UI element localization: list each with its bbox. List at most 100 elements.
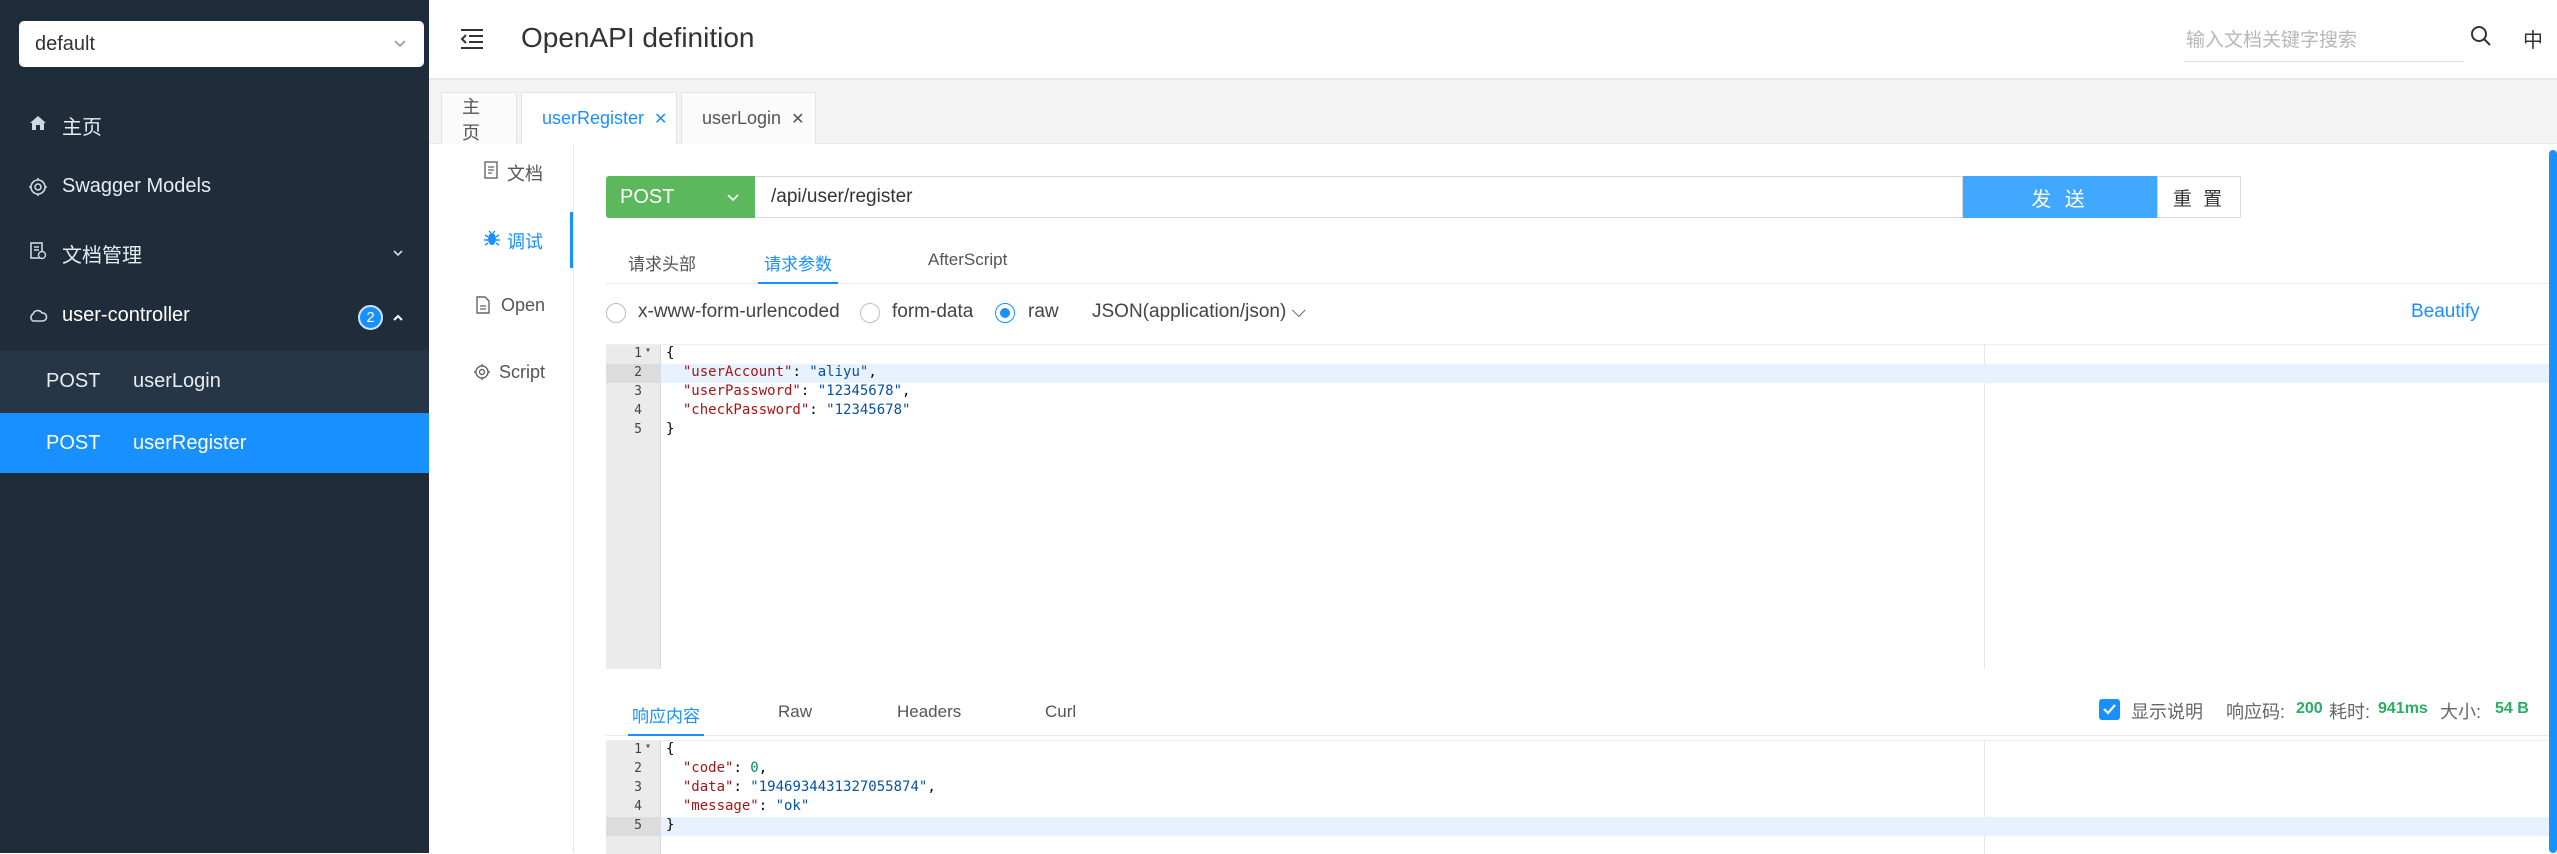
radio-label: x-www-form-urlencoded [638, 301, 840, 322]
fold-icon[interactable]: ▾ [645, 741, 651, 752]
code-text: "message": "ok" [682, 798, 810, 814]
tab-userregister[interactable]: userRegister ✕ [521, 92, 677, 144]
request-subtabs: 请求头部 请求参数 AfterScript [606, 238, 2557, 284]
tab-label: userLogin [702, 108, 782, 128]
tab-response-raw[interactable]: Raw [778, 702, 812, 736]
vtab-label: 文档 [507, 164, 543, 184]
language-toggle[interactable]: 中 [2523, 24, 2543, 53]
code-text: "checkPassword": "12345678" [682, 402, 911, 418]
sidebar-endpoint-userregister[interactable]: POST userRegister [0, 413, 429, 473]
group-select[interactable]: default [19, 21, 424, 67]
tab-response-curl[interactable]: Curl [1045, 702, 1076, 736]
vtab-label: Script [499, 362, 546, 382]
code-line: 1 ▾ { [606, 345, 2557, 364]
code-text: "code": 0, [682, 760, 768, 776]
send-button[interactable]: 发 送 [1963, 176, 2157, 218]
search-input[interactable] [2184, 20, 2464, 62]
response-size: 54 B [2495, 700, 2529, 717]
code-line: 4 "checkPassword": "12345678" [606, 402, 2557, 421]
line-number: 3 [634, 780, 642, 795]
tab-bar: 主页 userRegister ✕ userLogin ✕ [429, 80, 2557, 144]
radio-urlencoded[interactable] [606, 303, 626, 323]
tab-response-content[interactable]: 响应内容 [628, 702, 704, 736]
doc-manage-icon [28, 241, 48, 261]
code-text: "userAccount": "aliyu", [682, 364, 877, 380]
chevron-down-icon [391, 243, 405, 266]
cloud-icon [28, 306, 48, 326]
group-select-value: default [35, 32, 96, 55]
search-icon[interactable] [2469, 24, 2493, 53]
tab-userlogin[interactable]: userLogin ✕ [681, 92, 816, 144]
sidebar-item-doc-manage[interactable]: 文档管理 [0, 222, 429, 280]
line-number: 5 [634, 818, 642, 833]
sidebar-item-swagger-models[interactable]: Swagger Models [0, 158, 429, 216]
header: OpenAPI definition 中 [429, 0, 2557, 80]
close-icon[interactable]: ✕ [654, 109, 667, 129]
tab-afterscript[interactable]: AfterScript [928, 250, 1007, 284]
endpoint-name: userLogin [133, 370, 221, 392]
chevron-down-icon: ⌵ [1286, 301, 1306, 322]
close-icon[interactable]: ✕ [791, 109, 804, 129]
line-number: 1 [634, 346, 642, 361]
tab-request-params[interactable]: 请求参数 [758, 250, 838, 284]
line-number: 4 [634, 799, 642, 814]
line-number: 3 [634, 384, 642, 399]
code-text: } [666, 817, 675, 833]
code-text: } [666, 421, 675, 437]
chevron-up-icon [391, 308, 405, 331]
count-badge: 2 [358, 305, 383, 330]
sidebar-item-home[interactable]: 主页 [0, 94, 429, 152]
sidebar-item-label: user-controller [62, 304, 190, 326]
radio-raw[interactable] [995, 303, 1015, 323]
divider [573, 144, 574, 853]
sidebar-item-label: Swagger Models [62, 175, 211, 197]
radio-form-data[interactable] [860, 303, 880, 323]
show-description-checkbox[interactable] [2099, 699, 2120, 720]
content-type-value: JSON(application/json) [1092, 301, 1287, 322]
vtab-open[interactable]: Open [445, 279, 573, 335]
line-number: 1 [634, 742, 642, 757]
tab-label: 主页 [462, 96, 480, 143]
vtab-script[interactable]: Script [445, 346, 573, 402]
show-description-label: 显示说明 [2131, 702, 2203, 722]
beautify-link[interactable]: Beautify [2411, 301, 2480, 323]
tab-response-headers[interactable]: Headers [897, 702, 961, 736]
file-icon [475, 296, 491, 319]
code-line: 4 "message": "ok" [606, 798, 2557, 817]
home-icon [28, 113, 48, 133]
url-input[interactable] [755, 176, 1963, 218]
endpoint-method: POST [46, 432, 101, 454]
sidebar-endpoint-userlogin[interactable]: POST userLogin [0, 351, 429, 413]
sidebar-item-label: 文档管理 [62, 245, 142, 267]
line-number: 2 [634, 761, 642, 776]
status-code-label: 响应码: [2226, 702, 2286, 722]
vtab-label: Open [501, 295, 546, 315]
fold-icon[interactable]: ▾ [645, 345, 651, 356]
code-line: 5 } [606, 421, 2557, 440]
sidebar: default 主页 Swagger Models 文档管理 user-cont… [0, 0, 429, 853]
bug-icon [483, 229, 501, 252]
time-label: 耗时: [2329, 702, 2371, 722]
tab-home[interactable]: 主页 [441, 92, 517, 144]
code-line: 1 ▾ { [606, 741, 2557, 760]
vtab-doc[interactable]: 文档 [445, 144, 573, 200]
status-code: 200 [2296, 700, 2323, 717]
line-number: 2 [634, 365, 642, 380]
scrollbar[interactable] [2549, 150, 2557, 853]
code-line: 2 "userAccount": "aliyu", [606, 364, 2557, 383]
request-body-editor[interactable]: 1 ▾ { 2 "userAccount": "aliyu", 3 "userP… [606, 344, 2557, 669]
method-value: POST [620, 185, 675, 208]
script-icon [473, 363, 491, 386]
tab-request-headers[interactable]: 请求头部 [628, 250, 696, 284]
vtab-debug[interactable]: 调试 [445, 212, 573, 268]
document-icon [483, 161, 499, 184]
size-label: 大小: [2440, 702, 2482, 722]
reset-button[interactable]: 重 置 [2157, 176, 2241, 218]
code-text: "data": "1946934431327055874", [682, 779, 936, 795]
menu-fold-icon[interactable] [459, 26, 485, 57]
vtab-label: 调试 [507, 232, 543, 252]
response-body-editor[interactable]: 1 ▾ { 2 "code": 0, 3 "data": "1946934431… [606, 740, 2557, 854]
content-type-select[interactable]: JSON(application/json) ⌵ [1092, 301, 1306, 323]
code-text: "userPassword": "12345678", [682, 383, 911, 399]
method-select[interactable]: POST [606, 176, 755, 218]
